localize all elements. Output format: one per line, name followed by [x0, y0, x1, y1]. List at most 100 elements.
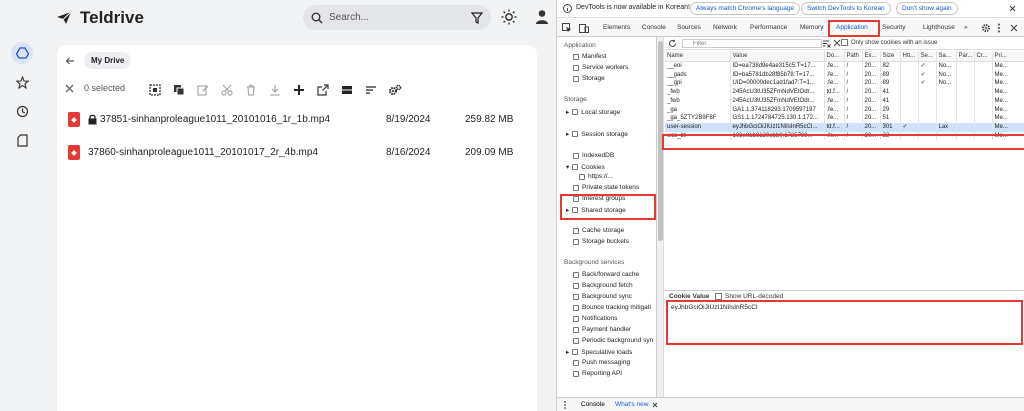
column-header[interactable]: Do...	[824, 51, 845, 62]
cookie-row[interactable]: __eoi ID=ea738d9e4ae315c5:T=17... .fe.../2…	[665, 61, 1024, 71]
tab-elements[interactable]: Elements	[603, 24, 630, 31]
sidebar-item-background-sync[interactable]: Background sync	[573, 293, 632, 300]
sidebar-item-payment-handler[interactable]: Payment handler	[573, 326, 631, 333]
cookie-row[interactable]: _ga_5ZTY2B9F8F GS1.1.1724784725.130.1.172…	[665, 114, 1024, 123]
show-url-decoded-checkbox[interactable]: Show URL-decoded	[715, 293, 783, 300]
column-header[interactable]: Name	[665, 51, 731, 62]
cookie-row[interactable]: __gads ID=ba5781db28f85b78:T=17... .fe... /…	[665, 70, 1024, 80]
brightness-icon[interactable]	[501, 9, 517, 25]
device-toolbar-icon[interactable]	[579, 23, 589, 33]
open-external-button[interactable]	[314, 82, 332, 98]
delete-cookies-icon[interactable]	[833, 39, 841, 47]
column-header[interactable]: Cr...	[974, 51, 993, 62]
delete-button[interactable]	[242, 82, 260, 98]
cookie-row[interactable]: _fwb 245AcU3tU35ZFmNdVEtOdr... .fe.../20..…	[665, 96, 1024, 106]
sidebar-item-private-state-tokens[interactable]: Private state tokens	[573, 184, 639, 191]
refresh-icon[interactable]	[668, 39, 677, 48]
search-bar[interactable]	[303, 5, 491, 30]
close-icon[interactable]	[65, 84, 74, 93]
file-row[interactable]: 37860-sinhanproleague1011_20101017_2r_4b…	[57, 139, 537, 167]
cookie-filter-input[interactable]	[682, 39, 822, 48]
sidebar-item-bounce-tracking[interactable]: Bounce tracking mitigati	[573, 304, 651, 311]
sort-button[interactable]	[362, 82, 380, 98]
sidebar-item-push-messaging[interactable]: Push messaging	[573, 359, 630, 366]
sidebar-item-session-storage[interactable]: ▸ Session storage	[566, 130, 628, 139]
tab-performance[interactable]: Performance	[750, 24, 787, 31]
sidebar-item-local-storage[interactable]: ▸ Local storage	[566, 108, 620, 117]
select-all-button[interactable]	[146, 82, 164, 98]
tab-lighthouse[interactable]: Lighthouse	[923, 24, 955, 31]
sidebar-item-background-fetch[interactable]: Background fetch	[573, 282, 633, 289]
sidebar-item-service-workers[interactable]: Service workers	[573, 64, 628, 71]
back-arrow-icon[interactable]	[65, 56, 75, 66]
sidebar-item-cookie-origin[interactable]: https://...	[579, 173, 613, 180]
sidebar-item-notifications[interactable]: Notifications	[573, 315, 617, 322]
copy-button[interactable]	[170, 82, 188, 98]
column-header[interactable]: Htt...	[900, 51, 919, 62]
sidebar-item-cookies[interactable]: ▾ Cookies	[566, 163, 605, 172]
sidebar-item-back-forward-cache[interactable]: Back/forward cache	[573, 271, 639, 278]
sidebar-item-storage-buckets[interactable]: Storage buckets	[573, 238, 629, 245]
cookie-value-box[interactable]: eyJhbGciOiJIUzI1NiIsInR5cCI	[666, 300, 1023, 345]
cookie-row[interactable]: user-session eyJhbGciOiJIUzI1NiIsInR5cCI.…	[665, 122, 1024, 132]
drawer-tab-console[interactable]: Console	[581, 401, 605, 408]
nav-storage[interactable]	[11, 129, 33, 151]
more-tabs[interactable]: »	[964, 24, 968, 31]
search-input[interactable]	[329, 12, 465, 23]
close-icon[interactable]	[652, 402, 658, 408]
only-issue-checkbox[interactable]: Only show cookies with an issue	[841, 39, 937, 46]
tab-network[interactable]: Network	[713, 24, 737, 31]
drawer-menu-icon[interactable]	[563, 401, 567, 409]
user-icon[interactable]	[535, 9, 549, 25]
cookie-row[interactable]: __gpi UID=00000dec1ad1fad7:T=1... .fe.../2…	[665, 79, 1024, 89]
column-header[interactable]: Par...	[956, 51, 975, 62]
tab-security[interactable]: Security	[882, 24, 905, 31]
close-devtools-icon[interactable]	[1010, 24, 1018, 32]
settings-button[interactable]	[386, 82, 404, 98]
drawer-tab-whats-new[interactable]: What's new	[615, 401, 648, 408]
breadcrumb-my-drive[interactable]: My Drive	[84, 52, 132, 69]
cookie-row[interactable]: _fwb 245AcU3tU35ZFmNdVEtOdr... td.f.../20.…	[665, 88, 1024, 97]
new-folder-button[interactable]	[290, 82, 308, 98]
column-header[interactable]: Ex...	[862, 51, 881, 62]
cookie-row[interactable]: _ga GA1.1.374118293.1709597197 .fe.../20..…	[665, 105, 1024, 115]
switch-to-korean-button[interactable]: Switch DevTools to Korean	[801, 2, 891, 15]
cut-button[interactable]	[218, 82, 236, 98]
nav-starred[interactable]	[11, 71, 33, 93]
sidebar-scrollbar[interactable]	[657, 37, 664, 397]
column-header[interactable]: Value	[730, 51, 825, 62]
close-icon[interactable]	[1009, 5, 1016, 12]
sidebar-item-manifest[interactable]: Manifest	[573, 53, 607, 60]
file-row[interactable]: 37851-sinhanproleague1011_20101016_1r_1b…	[57, 106, 537, 134]
sidebar-item-indexeddb[interactable]: IndexedDB	[573, 152, 614, 159]
cookie-cell: 20...	[862, 114, 881, 123]
tab-memory[interactable]: Memory	[800, 24, 823, 31]
tab-console[interactable]: Console	[642, 24, 666, 31]
column-header[interactable]: Pri...	[992, 51, 1024, 62]
column-header[interactable]: Path	[844, 51, 863, 62]
gear-icon[interactable]	[981, 23, 991, 33]
clear-filtered-icon[interactable]	[822, 39, 831, 48]
more-options-icon[interactable]	[997, 23, 1001, 33]
cookie-cell	[956, 114, 975, 123]
sidebar-item-periodic-sync[interactable]: Periodic background syn	[573, 337, 653, 344]
download-button[interactable]	[266, 82, 284, 98]
logo[interactable]: Teldrive	[56, 8, 144, 28]
dont-show-again-button[interactable]: Don't show again	[896, 2, 958, 15]
tab-sources[interactable]: Sources	[677, 24, 701, 31]
filter-icon[interactable]	[471, 11, 483, 24]
nav-drive[interactable]	[11, 42, 33, 64]
sidebar-item-cache-storage[interactable]: Cache storage	[573, 227, 624, 234]
inspect-icon[interactable]	[562, 23, 572, 33]
edit-button[interactable]	[194, 82, 212, 98]
cookie-cell: No...	[936, 70, 957, 80]
sidebar-item-reporting-api[interactable]: Reporting API	[573, 370, 622, 377]
sidebar-item-storage[interactable]: Storage	[573, 75, 605, 82]
nav-recent[interactable]	[11, 100, 33, 122]
always-match-language-button[interactable]: Always match Chrome's language	[690, 2, 801, 15]
column-header[interactable]: Se...	[918, 51, 937, 62]
column-header[interactable]: Sa...	[936, 51, 957, 62]
column-header[interactable]: Size	[880, 51, 901, 62]
sidebar-item-speculative-loads[interactable]: ▸ Speculative loads	[566, 348, 632, 357]
view-toggle-button[interactable]	[338, 82, 356, 98]
